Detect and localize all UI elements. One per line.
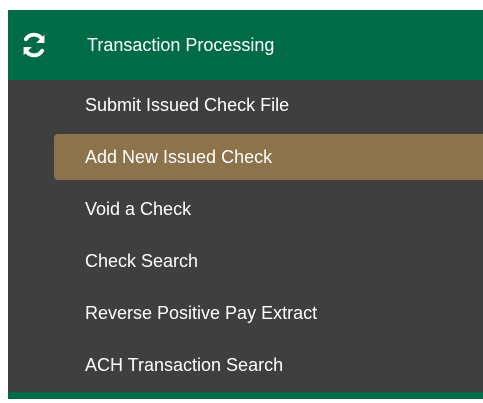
app-frame: Transaction Processing Submit Issued Che… — [0, 0, 483, 403]
menu-item-void-a-check[interactable]: Void a Check — [54, 186, 483, 232]
transaction-processing-panel: Transaction Processing Submit Issued Che… — [8, 10, 483, 399]
refresh-icon — [23, 32, 45, 58]
menu-item-ach-transaction-search[interactable]: ACH Transaction Search — [54, 342, 483, 388]
section-title: Transaction Processing — [87, 35, 275, 55]
menu-item-add-new-issued-check[interactable]: Add New Issued Check — [54, 134, 483, 180]
menu-item-check-search[interactable]: Check Search — [54, 238, 483, 284]
menu-item-reverse-positive-pay-extract[interactable]: Reverse Positive Pay Extract — [54, 290, 483, 336]
bottom-divider — [8, 392, 483, 399]
menu-item-submit-issued-check-file[interactable]: Submit Issued Check File — [54, 82, 483, 128]
section-header[interactable]: Transaction Processing — [8, 10, 483, 80]
